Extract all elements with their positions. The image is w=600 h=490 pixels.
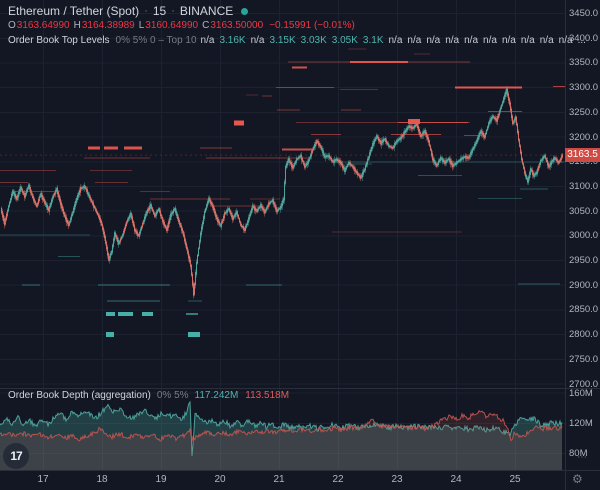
top-level-value: n/a [389,35,403,46]
open-value: 3163.64990 [17,20,70,31]
market-status-icon[interactable] [241,8,248,15]
low-value: 3160.64990 [145,20,198,31]
axis-tick-label: 2900.0 [569,280,598,291]
axis-tick-label: 3250.0 [569,107,598,118]
exchange-label[interactable]: BINANCE [180,4,233,18]
tradingview-logo-icon[interactable]: 17 [3,443,29,469]
axis-tick-label: 3100.0 [569,181,598,192]
tradingview-chart-window: Ethereum / Tether (Spot) · 15 · BINANCE … [0,0,600,490]
bid-depth-total: 117.242M [195,390,239,401]
chart-canvas[interactable] [0,0,600,490]
separator-dot: · [144,5,148,17]
orderbook-top-levels-legend[interactable]: Order Book Top Levels 0% 5% 0 – Top 10 n… [8,35,591,46]
high-value: 3164.38989 [82,20,135,31]
top-level-value: n/a [502,35,516,46]
axis-tick-label: 120M [569,418,593,429]
indicator-params: 0% 5% [157,390,189,401]
settings-gear-icon[interactable]: ⚙ [572,472,583,486]
axis-tick-label: 3200.0 [569,132,598,143]
ohlc-row: O3163.64990 H3164.38989 L3160.64990 C316… [8,20,355,31]
top-levels-values: n/a 3.16K n/a 3.15K 3.03K 3.05K 3.1K n/a n/a n/a n… [201,35,591,46]
more-options-icon[interactable]: ⋯ [577,452,587,463]
top-level-value: n/a [251,35,265,46]
last-price-label: 3163.5 [565,148,600,162]
axis-tick-label: 3350.0 [569,57,598,68]
symbol-legend[interactable]: Ethereum / Tether (Spot) · 15 · BINANCE [8,4,248,18]
axis-tick-label: 2750.0 [569,354,598,365]
top-level-value: n/a [559,35,573,46]
close-value: 3163.50000 [210,20,263,31]
axis-tick-label: 17 [37,474,48,485]
top-level-value: n/a [540,35,554,46]
axis-tick-label: 25 [509,474,520,485]
axis-tick-label: 3050.0 [569,206,598,217]
axis-tick-label: 24 [450,474,461,485]
symbol-title[interactable]: Ethereum / Tether (Spot) [8,4,139,18]
top-level-value: 3.03K [301,35,327,46]
orderbook-depth-legend[interactable]: Order Book Depth (aggregation) 0% 5% 117… [8,390,289,401]
low-label: L [139,20,145,31]
indicator-title[interactable]: Order Book Top Levels [8,35,110,46]
top-level-value: n/a [201,35,215,46]
interval-label[interactable]: 15 [153,4,166,18]
top-level-value: ... [578,35,586,46]
top-level-value: 3.16K [219,35,245,46]
axis-tick-label: 21 [273,474,284,485]
close-label: C [202,20,209,31]
axis-tick-label: 2800.0 [569,329,598,340]
top-level-value: n/a [483,35,497,46]
time-axis[interactable]: 17 18 19 20 21 22 23 24 25 [0,470,600,490]
axis-tick-label: 3000.0 [569,230,598,241]
high-label: H [74,20,81,31]
axis-tick-label: 3450.0 [569,8,598,19]
open-label: O [8,20,16,31]
top-level-value: 3.15K [270,35,296,46]
price-axis[interactable]: 3450.03400.03350.03300.03250.03200.03150… [566,0,600,470]
axis-tick-label: 19 [155,474,166,485]
top-level-value: n/a [521,35,535,46]
axis-tick-label: 22 [332,474,343,485]
ask-depth-total: 113.518M [245,390,289,401]
axis-tick-label: 3300.0 [569,82,598,93]
axis-tick-label: 18 [96,474,107,485]
top-level-value: n/a [464,35,478,46]
top-level-value: n/a [445,35,459,46]
axis-tick-label: 2850.0 [569,304,598,315]
separator-dot: · [171,5,175,17]
axis-tick-label: 23 [391,474,402,485]
indicator-params: 0% 5% 0 – Top 10 [116,35,197,46]
top-level-value: n/a [407,35,421,46]
top-level-value: n/a [426,35,440,46]
axis-tick-label: 20 [214,474,225,485]
indicator-title[interactable]: Order Book Depth (aggregation) [8,390,151,401]
top-level-value: 3.05K [332,35,358,46]
change-value: −0.15991 (−0.01%) [269,20,355,31]
axis-tick-label: 2950.0 [569,255,598,266]
axis-tick-label: 160M [569,388,593,399]
top-level-value: 3.1K [363,35,384,46]
